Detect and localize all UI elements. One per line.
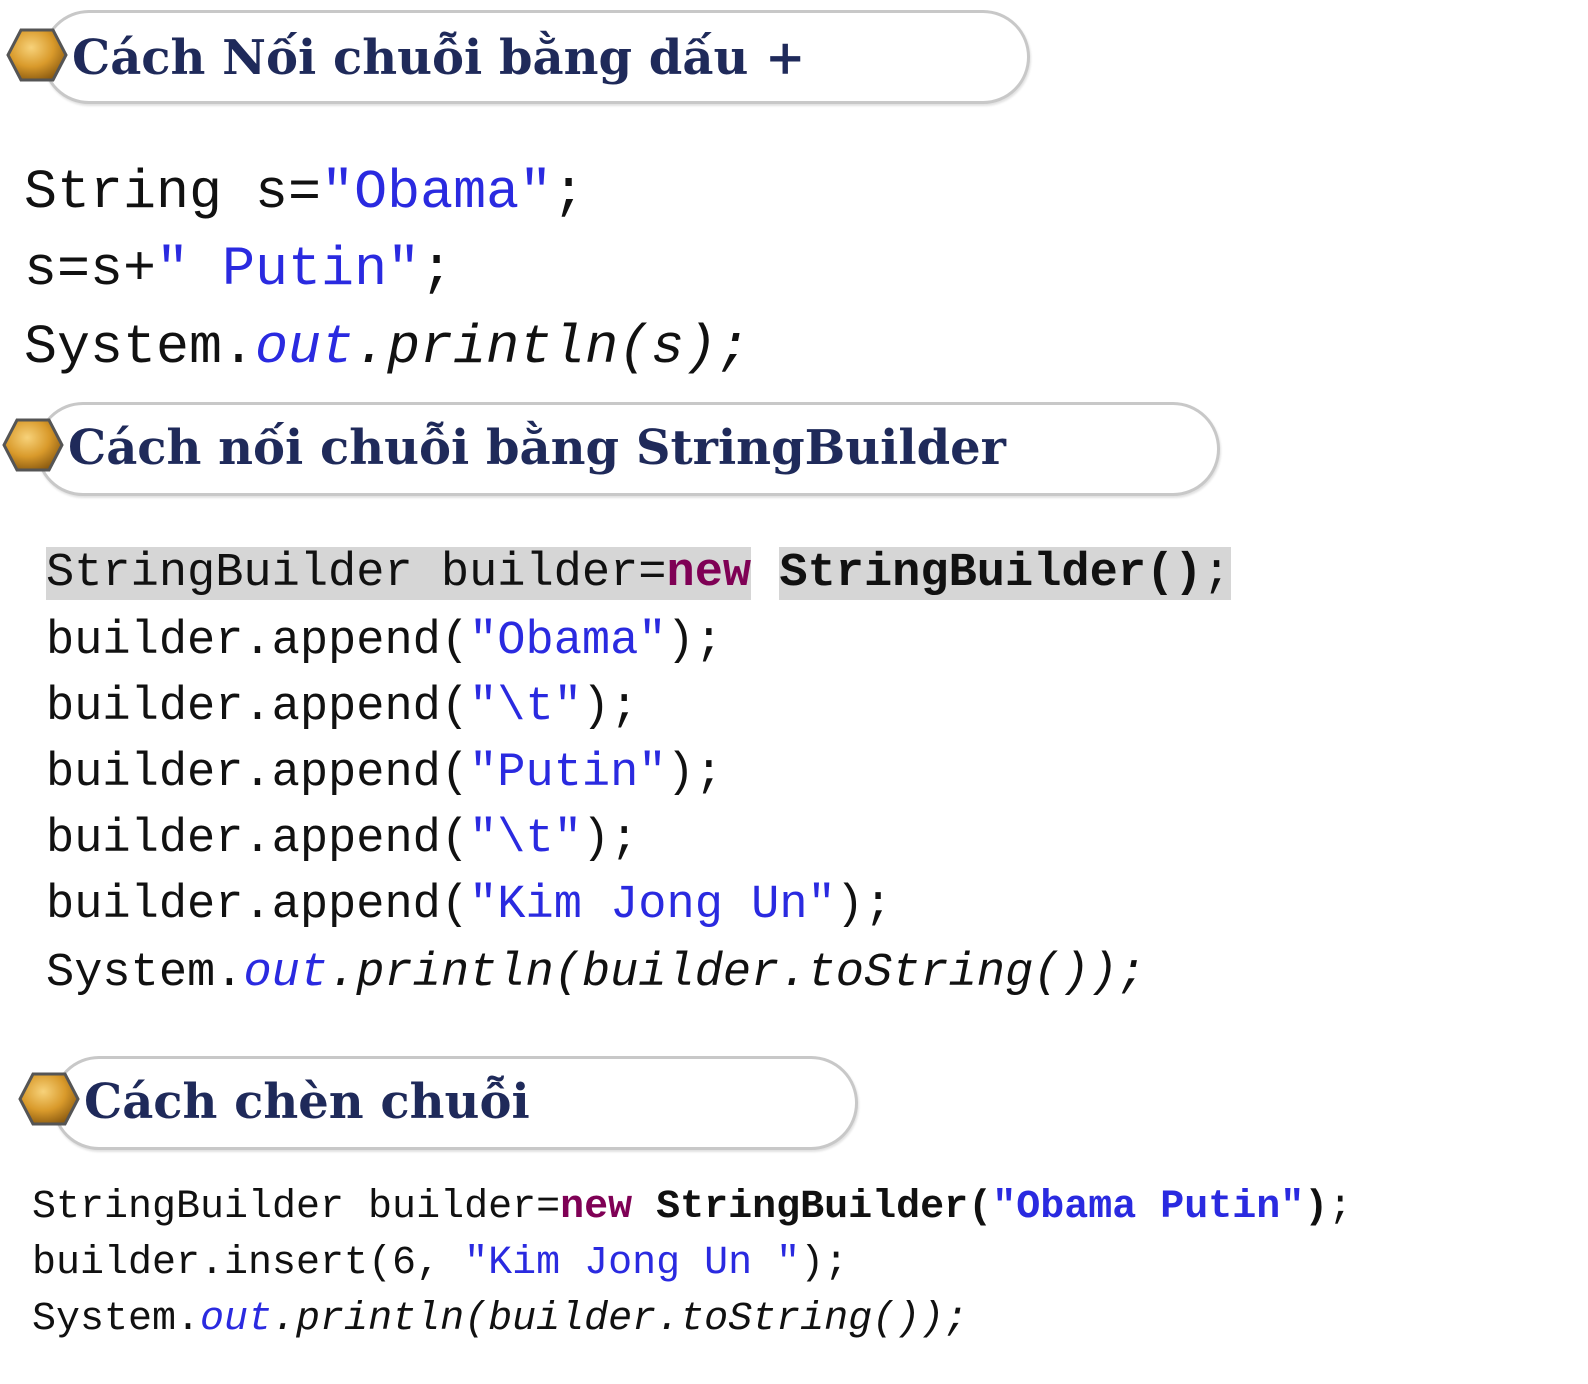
hexagon-bullet-icon [6, 28, 68, 82]
code-line: builder.append("Putin"); [46, 747, 723, 800]
code-line: System.out.println(builder.toString()); [46, 947, 1146, 1000]
section-header-concat-plus: Cách Nối chuỗi bằng dấu + [0, 0, 1040, 110]
hexagon-bullet-icon [18, 1072, 80, 1126]
section-title: Cách Nối chuỗi bằng dấu + [72, 30, 806, 86]
section-title: Cách nối chuỗi bằng StringBuilder [68, 420, 1006, 476]
section-header-insert: Cách chèn chuỗi [0, 1046, 870, 1156]
code-line: builder.append("\t"); [46, 681, 639, 734]
code-line: builder.append("Obama"); [46, 615, 723, 668]
hexagon-bullet-icon [2, 418, 64, 472]
code-line: System.out.println(builder.toString()); [32, 1297, 969, 1342]
code-line: StringBuilder builder=new StringBuilder(… [46, 547, 1231, 600]
code-line: System.out.println(s); [24, 316, 751, 379]
section-header-stringbuilder: Cách nối chuỗi bằng StringBuilder [0, 392, 1230, 502]
code-line: builder.append("\t"); [46, 813, 639, 866]
code-line: builder.insert(6, "Kim Jong Un "); [32, 1241, 849, 1286]
code-line: String s="Obama"; [24, 161, 586, 224]
code-line: s=s+" Putin"; [24, 238, 454, 301]
code-line: builder.append("Kim Jong Un"); [46, 879, 893, 932]
code-line: StringBuilder builder=new StringBuilder(… [32, 1185, 1353, 1230]
section-title: Cách chèn chuỗi [84, 1074, 530, 1130]
